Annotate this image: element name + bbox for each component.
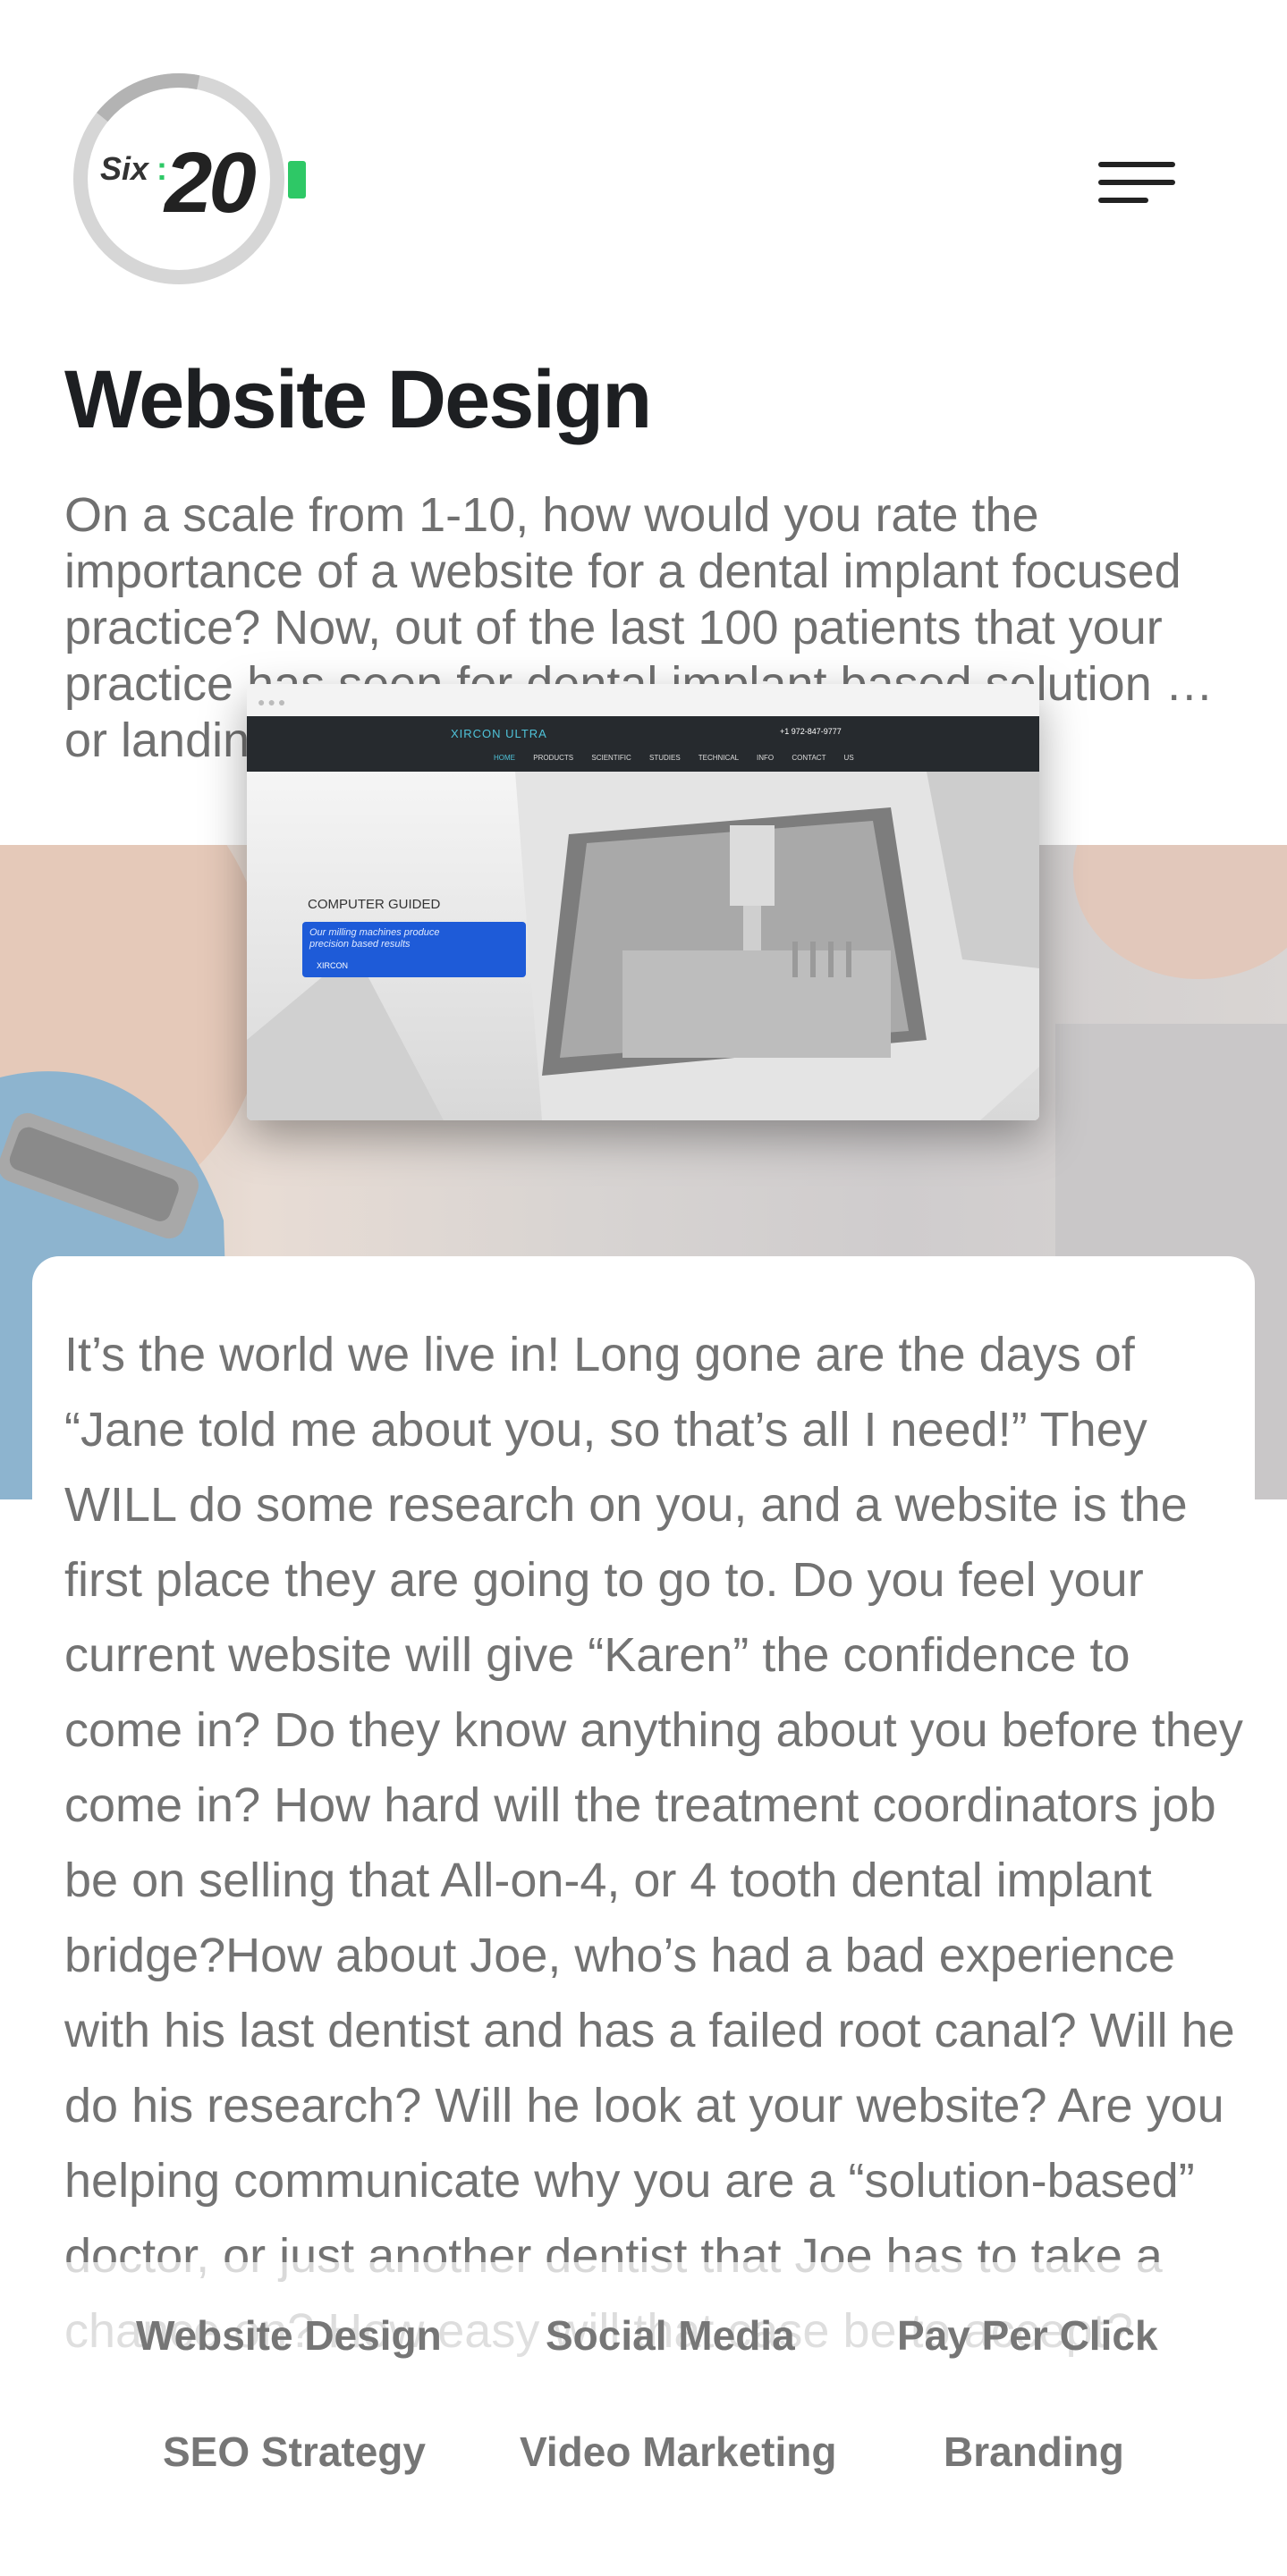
logo-prefix: Six bbox=[100, 150, 149, 187]
mockup-card-text: Our milling machines produce precision b… bbox=[309, 927, 440, 950]
article-body: It’s the world we live in! Long gone are… bbox=[64, 1328, 1243, 2358]
bottom-fade-overlay bbox=[0, 2262, 1287, 2576]
service-link-social-media[interactable]: Social Media bbox=[546, 2311, 795, 2360]
six20-logo[interactable]: Six : 20 bbox=[64, 70, 324, 293]
mockup-nav-studies: SCIENTIFIC STUDIES bbox=[591, 754, 681, 762]
mockup-brand: XIRCON ULTRA bbox=[451, 727, 547, 740]
mockup-nav-contact: CONTACT US bbox=[792, 754, 854, 762]
service-link-video-marketing[interactable]: Video Marketing bbox=[520, 2428, 836, 2476]
page-title: Website Design bbox=[64, 354, 652, 445]
mockup-card-title: COMPUTER GUIDED bbox=[308, 897, 441, 912]
mockup-hero: COMPUTER GUIDED Our milling machines pro… bbox=[247, 772, 1039, 1120]
mockup-navbar: XIRCON ULTRA +1 972-847-9777 HOME PRODUC… bbox=[247, 716, 1039, 772]
mockup-feature-card: COMPUTER GUIDED Our milling machines pro… bbox=[302, 897, 531, 977]
hamburger-line-icon bbox=[1098, 162, 1175, 167]
site-header: Six : 20 bbox=[0, 0, 1287, 340]
mockup-nav-links: HOME PRODUCTS SCIENTIFIC STUDIES TECHNIC… bbox=[494, 754, 854, 762]
service-link-pay-per-click[interactable]: Pay Per Click bbox=[897, 2311, 1158, 2360]
hamburger-line-icon bbox=[1098, 198, 1148, 203]
service-link-website-design[interactable]: Website Design bbox=[136, 2311, 442, 2360]
mockup-nav-technical: TECHNICAL INFO bbox=[698, 754, 775, 762]
window-dots-icon: ●●● bbox=[258, 695, 289, 709]
logo-number: 20 bbox=[165, 135, 257, 231]
mockup-window-bar: ●●● bbox=[247, 684, 1039, 716]
mockup-nav-home: HOME bbox=[494, 754, 515, 762]
service-link-seo-strategy[interactable]: SEO Strategy bbox=[163, 2428, 426, 2476]
service-link-branding[interactable]: Branding bbox=[944, 2428, 1124, 2476]
mockup-phone: +1 972-847-9777 bbox=[780, 727, 842, 736]
website-mockup-screenshot: ●●● XIRCON ULTRA +1 972-847-9777 HOME PR… bbox=[247, 684, 1039, 1120]
mockup-nav-products: PRODUCTS bbox=[533, 754, 574, 762]
mockup-card-box: Our milling machines produce precision b… bbox=[302, 922, 526, 977]
hamburger-line-icon bbox=[1098, 180, 1175, 185]
hamburger-menu-button[interactable] bbox=[1089, 156, 1179, 210]
mockup-card-logo: XIRCON bbox=[317, 961, 349, 970]
